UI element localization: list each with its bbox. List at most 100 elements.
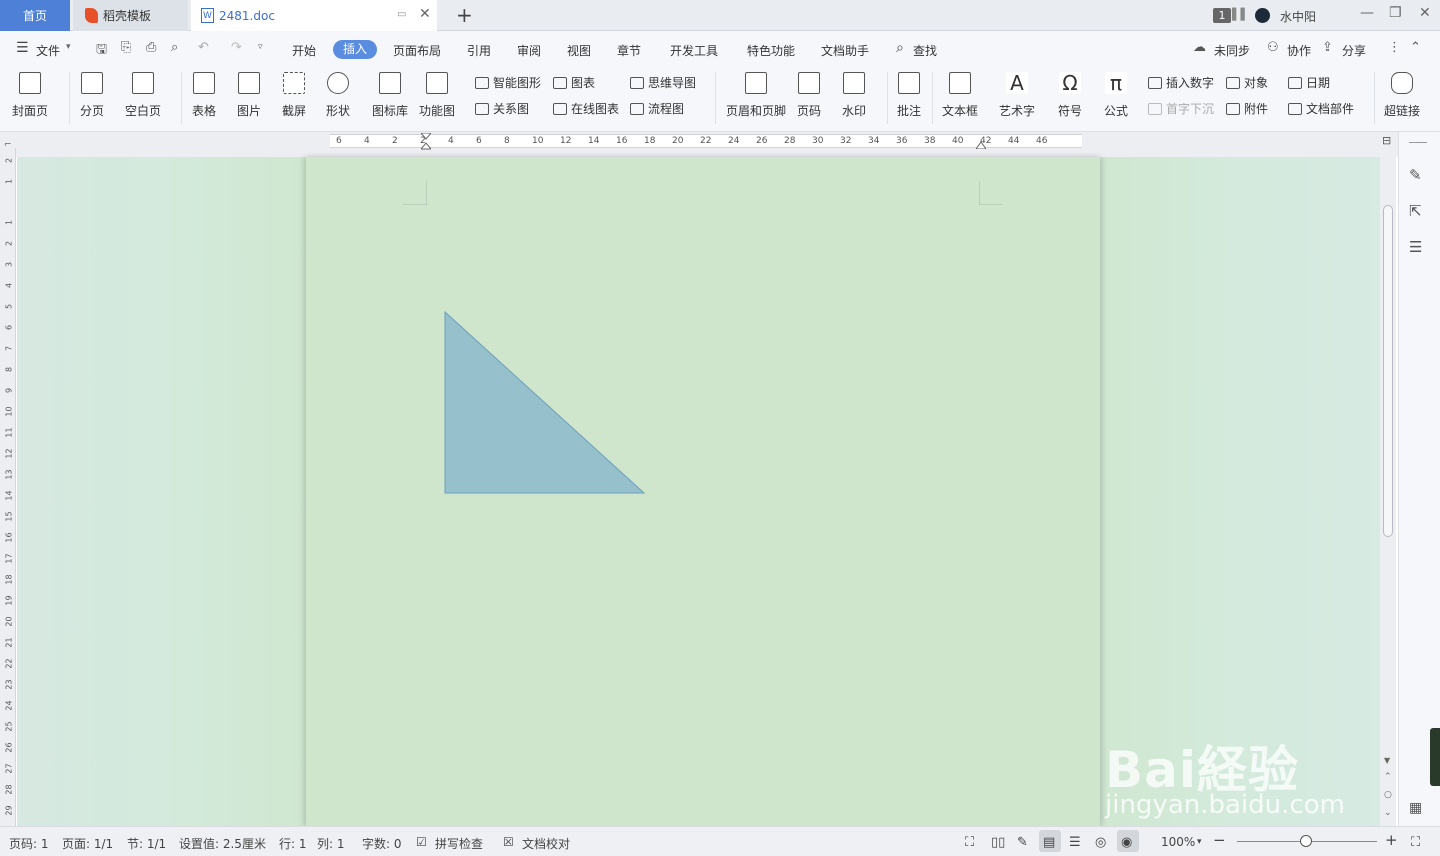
close-window-icon[interactable]: ✕: [1419, 5, 1431, 21]
collapse-ribbon-icon[interactable]: ⌃: [1410, 40, 1421, 55]
avatar[interactable]: [1255, 8, 1270, 23]
tab-review[interactable]: 审阅: [517, 42, 541, 59]
zoom-level[interactable]: 100%: [1161, 835, 1195, 849]
print-preview-icon[interactable]: ⌕: [171, 40, 178, 55]
status-section[interactable]: 节: 1/1: [127, 835, 166, 852]
insert-number-button[interactable]: 插入数字: [1148, 74, 1214, 91]
chart-button[interactable]: 图表: [553, 74, 595, 91]
save-icon[interactable]: 🖫: [96, 40, 107, 62]
indent-marker-icon[interactable]: [419, 132, 433, 151]
tab-doc-assistant[interactable]: 文档助手: [821, 42, 869, 59]
hamburger-icon[interactable]: ☰: [16, 40, 29, 56]
comment-button[interactable]: 批注: [897, 70, 921, 119]
close-tab-icon[interactable]: ✕: [419, 6, 431, 22]
zoom-slider-thumb[interactable]: [1300, 835, 1312, 847]
outline-view-icon[interactable]: ☰: [1069, 835, 1081, 850]
drop-cap-button[interactable]: 首字下沉: [1148, 100, 1214, 117]
smartart-button[interactable]: 智能图形: [475, 74, 541, 91]
tab-section[interactable]: 章节: [617, 42, 641, 59]
sync-status[interactable]: 未同步: [1214, 42, 1250, 59]
cover-page-button[interactable]: 封面页: [12, 70, 48, 119]
collab-button[interactable]: 协作: [1287, 42, 1311, 59]
read-mode-icon[interactable]: ▯▯: [991, 835, 1005, 850]
username[interactable]: 水中阳: [1280, 8, 1316, 25]
triangle-shape[interactable]: [444, 311, 646, 495]
screenshot-button[interactable]: 截屏: [282, 70, 306, 119]
table-button[interactable]: 表格: [192, 70, 216, 119]
status-row[interactable]: 行: 1: [279, 835, 307, 852]
doc-parts-button[interactable]: 文档部件: [1288, 100, 1354, 117]
tab-view[interactable]: 视图: [567, 42, 591, 59]
settings-sliders-icon[interactable]: ☰: [1409, 238, 1427, 256]
flowchart-button[interactable]: 流程图: [630, 100, 684, 117]
online-chart-button[interactable]: 在线图表: [553, 100, 619, 117]
window-count-badge[interactable]: 1: [1213, 8, 1231, 23]
search-button[interactable]: 查找: [913, 42, 937, 59]
attachment-button[interactable]: 附件: [1226, 100, 1268, 117]
zoom-out-icon[interactable]: −: [1213, 831, 1226, 849]
zoom-in-icon[interactable]: +: [1385, 831, 1398, 849]
tab-special[interactable]: 特色功能: [747, 42, 795, 59]
textbox-button[interactable]: 文本框: [942, 70, 978, 119]
horizontal-ruler[interactable]: 6 4 2 2 4 6 8 10 12 14 16 18 20 22 24 26 28 30 32 34 36 38 40 4…: [330, 134, 1082, 148]
object-button[interactable]: 对象: [1226, 74, 1268, 91]
document-page[interactable]: [306, 157, 1100, 826]
proofread-button[interactable]: 文档校对: [522, 835, 570, 852]
prev-page-icon[interactable]: ⌃: [1384, 772, 1392, 782]
symbol-button[interactable]: Ω 符号: [1058, 70, 1082, 119]
tab-page-layout[interactable]: 页面布局: [393, 42, 441, 59]
date-button[interactable]: 日期: [1288, 74, 1330, 91]
fullscreen-icon[interactable]: ⛶: [965, 835, 974, 850]
web-view-icon[interactable]: ◎: [1095, 835, 1106, 850]
mindmap-button[interactable]: 思维导图: [630, 74, 696, 91]
picture-button[interactable]: 图片: [237, 70, 261, 119]
side-tab-handle[interactable]: [1430, 728, 1440, 786]
tab-insert[interactable]: 插入: [333, 40, 377, 59]
pin-tab-icon[interactable]: ▭: [397, 9, 406, 20]
window-list-icon[interactable]: ▌▌: [1232, 8, 1249, 21]
wordart-button[interactable]: A 艺术字: [999, 70, 1035, 119]
vertical-ruler[interactable]: 2 1 1 2 3 4 5 6 7 8 9 10 11 12 13 14 15 16 17 18 19 20 21 22 23 2…: [0, 148, 16, 837]
select-browse-object-icon[interactable]: ○: [1384, 790, 1392, 800]
status-page-number[interactable]: 页码: 1: [9, 835, 49, 852]
function-chart-button[interactable]: 功能图: [419, 70, 455, 119]
export-icon[interactable]: ⎘: [121, 40, 131, 55]
tab-home[interactable]: 首页: [0, 0, 70, 31]
icon-library-button[interactable]: 图标库: [372, 70, 408, 119]
tab-document[interactable]: W 2481.doc ▭ ✕: [191, 0, 437, 31]
shapes-button[interactable]: 形状: [326, 70, 350, 119]
watermark-button[interactable]: 水印: [842, 70, 866, 119]
tab-start[interactable]: 开始: [292, 42, 316, 59]
print-icon[interactable]: ⎙: [146, 40, 156, 55]
undo-icon[interactable]: ↶: [198, 40, 209, 55]
tab-template[interactable]: 稻壳模板: [73, 0, 188, 31]
status-pages[interactable]: 页面: 1/1: [62, 835, 113, 852]
edit-pen-icon[interactable]: ✎: [1409, 166, 1427, 184]
tab-references[interactable]: 引用: [467, 42, 491, 59]
scrollbar-thumb[interactable]: [1383, 205, 1393, 537]
hyperlink-button[interactable]: 超链接: [1384, 70, 1420, 119]
cursor-select-icon[interactable]: ⇱: [1409, 202, 1427, 220]
new-tab-button[interactable]: +: [456, 3, 473, 27]
share-button[interactable]: 分享: [1342, 42, 1366, 59]
search-icon[interactable]: ⌕: [896, 40, 904, 56]
formula-button[interactable]: π 公式: [1104, 70, 1128, 119]
status-col[interactable]: 列: 1: [317, 835, 345, 852]
redo-icon[interactable]: ↷: [231, 40, 242, 55]
next-page-icon[interactable]: ⌄: [1384, 808, 1392, 818]
apps-grid-icon[interactable]: ▦: [1409, 800, 1422, 816]
scroll-down-arrow-icon[interactable]: ▼: [1384, 756, 1390, 765]
minimize-icon[interactable]: —: [1360, 5, 1374, 21]
relation-chart-button[interactable]: 关系图: [475, 100, 529, 117]
right-indent-marker-icon[interactable]: [975, 138, 987, 150]
fit-window-icon[interactable]: ⛶: [1411, 835, 1420, 850]
split-view-icon[interactable]: ⊟: [1382, 134, 1391, 147]
zoom-dropdown-icon[interactable]: ▾: [1197, 837, 1202, 847]
blank-page-button[interactable]: 空白页: [125, 70, 161, 119]
more-icon[interactable]: ⋮: [1388, 40, 1401, 55]
status-word-count[interactable]: 字数: 0: [362, 835, 402, 852]
quick-access-dropdown-icon[interactable]: ▿: [258, 42, 263, 52]
write-mode-icon[interactable]: ✎: [1017, 835, 1028, 850]
restore-icon[interactable]: ❐: [1389, 5, 1402, 21]
status-setting[interactable]: 设置值: 2.5厘米: [179, 835, 266, 852]
